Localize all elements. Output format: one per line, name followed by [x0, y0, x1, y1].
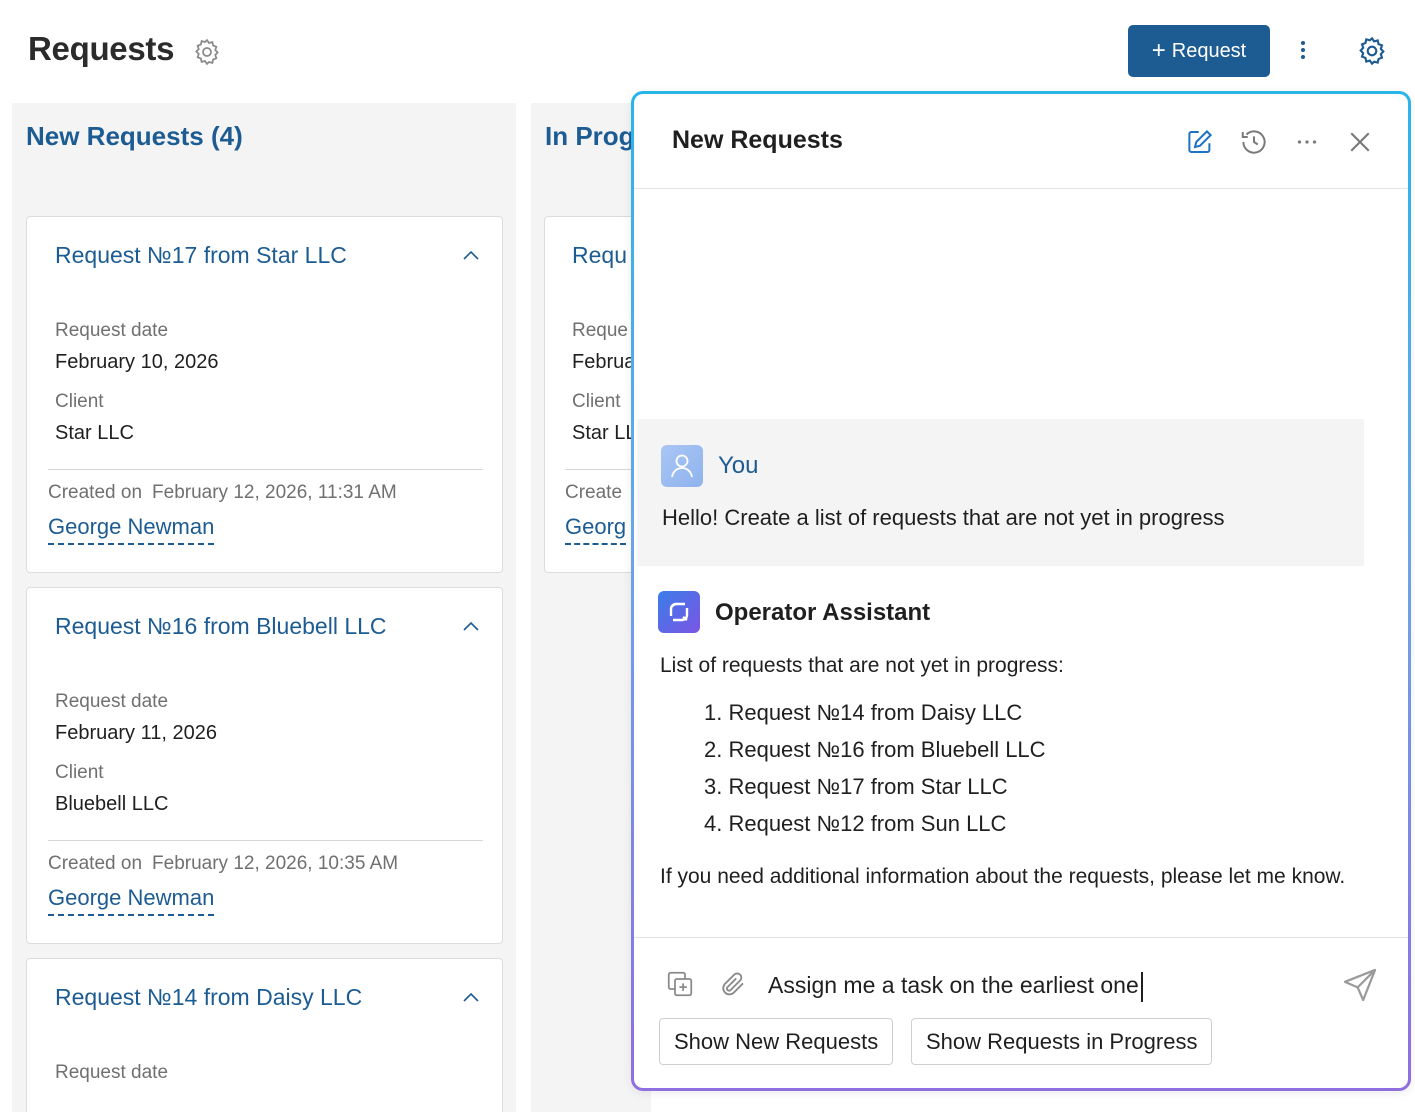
card-divider	[48, 840, 483, 841]
client-label: Client	[55, 762, 104, 783]
chat-title: New Requests	[672, 126, 843, 154]
request-date-label: Request date	[55, 691, 169, 712]
request-date-label: Reque	[572, 320, 628, 341]
request-date-label: Request date	[55, 320, 169, 341]
close-icon[interactable]	[1345, 127, 1375, 157]
chevron-up-icon[interactable]	[462, 620, 480, 632]
author-link[interactable]: George Newman	[48, 514, 215, 545]
column-title[interactable]: New Requests (4)	[26, 121, 243, 152]
list-item: 3. Request №17 from Star LLC	[704, 774, 1008, 799]
assistant-chat-panel: New Requests You Hello! Create a list of…	[631, 91, 1411, 1091]
card-divider	[48, 469, 483, 470]
assistant-avatar-icon	[658, 591, 700, 633]
column-new-requests: New Requests (4) Request №17 from Star L…	[12, 103, 516, 1112]
client-value: Star LL	[572, 422, 637, 444]
request-card[interactable]: Request №14 from Daisy LLC Request date	[26, 958, 503, 1112]
request-date-value: February 11, 2026	[55, 722, 217, 744]
page-title: Requests	[28, 30, 175, 67]
suggestion-show-new-requests[interactable]: Show New Requests	[659, 1018, 894, 1065]
chevron-up-icon[interactable]	[462, 249, 480, 261]
suggestion-show-requests-in-progress[interactable]: Show Requests in Progress	[911, 1018, 1213, 1065]
attach-icon[interactable]	[718, 969, 748, 999]
list-item: 1. Request №14 from Daisy LLC	[704, 700, 1023, 725]
gear-icon[interactable]	[1356, 35, 1388, 67]
client-label: Client	[55, 391, 104, 412]
assistant-outro: If you need additional information about…	[660, 865, 1346, 888]
user-name: You	[718, 452, 759, 479]
client-value: Star LLC	[55, 422, 134, 444]
request-card[interactable]: Request №17 from Star LLC Request date F…	[26, 216, 503, 573]
user-avatar-icon	[661, 445, 703, 487]
more-icon[interactable]	[1292, 127, 1322, 157]
text-caret	[1141, 972, 1143, 1002]
created-on: Created on February 12, 2026, 11:31 AM	[48, 482, 397, 504]
card-title[interactable]: Request №17 from Star LLC	[55, 242, 347, 269]
assistant-intro: List of requests that are not yet in pro…	[660, 654, 1064, 677]
new-request-button-label: Request	[1171, 39, 1247, 62]
created-on-label: Created on	[48, 482, 143, 503]
user-message-text: Hello! Create a list of requests that ar…	[662, 505, 1225, 530]
column-title[interactable]: In Progr	[545, 121, 645, 152]
assistant-request-list: 1. Request №14 from Daisy LLC 2. Request…	[704, 700, 1046, 848]
list-item: 4. Request №12 from Sun LLC	[704, 811, 1007, 836]
request-date-value: February 10, 2026	[55, 351, 219, 373]
card-title[interactable]: Request №14 from Daisy LLC	[55, 984, 362, 1011]
requests-page: Requests + Request New Requests (4) Requ…	[0, 0, 1415, 1112]
send-icon[interactable]	[1341, 966, 1379, 1004]
client-value: Bluebell LLC	[55, 793, 169, 815]
request-card[interactable]: Request №16 from Bluebell LLC Request da…	[26, 587, 503, 944]
chat-header: New Requests	[634, 94, 1408, 189]
add-context-icon[interactable]	[665, 969, 695, 999]
list-item: 2. Request №16 from Bluebell LLC	[704, 737, 1046, 762]
author-link[interactable]: Georg	[565, 514, 627, 545]
created-on: Created on February 12, 2026, 10:35 AM	[48, 853, 398, 875]
chat-input[interactable]	[768, 968, 1328, 1002]
created-on-label: Create	[565, 482, 623, 503]
chevron-up-icon[interactable]	[462, 991, 480, 1003]
request-date-label: Request date	[55, 1062, 169, 1083]
client-label: Client	[572, 391, 621, 412]
edit-icon[interactable]	[1185, 127, 1215, 157]
request-date-value: Februa	[572, 351, 636, 373]
user-message: You Hello! Create a list of requests tha…	[637, 419, 1364, 566]
chat-composer: Show New Requests Show Requests in Progr…	[634, 937, 1408, 1087]
history-icon[interactable]	[1239, 127, 1269, 157]
card-title[interactable]: Requ	[572, 242, 627, 269]
created-on-value: February 12, 2026, 10:35 AM	[152, 853, 399, 874]
card-title[interactable]: Request №16 from Bluebell LLC	[55, 613, 387, 640]
plus-icon: +	[1151, 37, 1166, 64]
created-on-label: Created on	[48, 853, 143, 874]
kebab-icon[interactable]	[1292, 38, 1314, 66]
page-settings-gear-icon[interactable]	[192, 37, 222, 67]
author-link[interactable]: George Newman	[48, 885, 215, 916]
created-on-value: February 12, 2026, 11:31 AM	[152, 482, 397, 503]
new-request-button[interactable]: + Request	[1128, 25, 1270, 77]
assistant-name: Operator Assistant	[715, 599, 931, 626]
